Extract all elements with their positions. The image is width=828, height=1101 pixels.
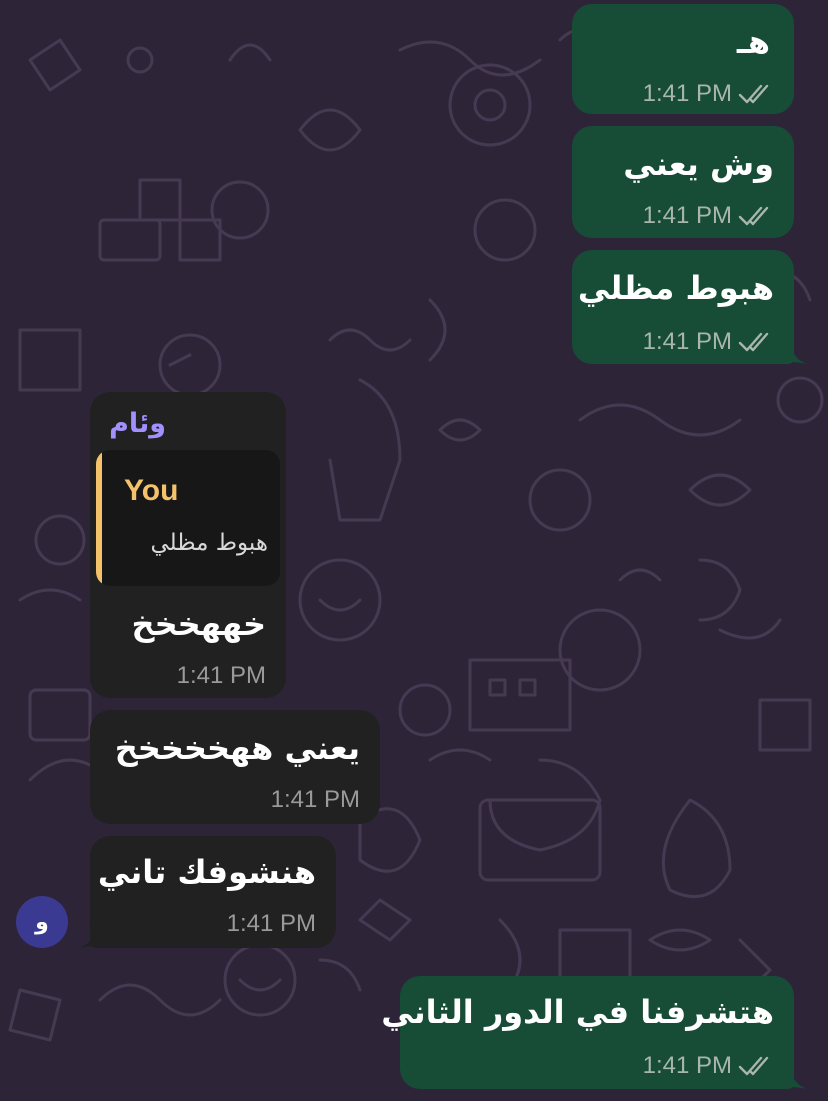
bubble-tail [78,924,96,948]
message-text: هتشرفنا في الدور الثاني [381,993,774,1031]
reply-quote[interactable]: You هبوط مظلي [96,450,280,586]
reply-text: هبوط مظلي [150,530,268,556]
double-check-icon [738,84,769,104]
incoming-message-bubble[interactable]: هنشوفك تاني 1:41 PM [90,836,336,948]
message-text: وش يعني [623,145,774,183]
incoming-message-bubble[interactable]: يعني ههخخخخخ 1:41 PM [90,710,380,824]
message-text: هـ [736,23,770,61]
outgoing-message-bubble[interactable]: هـ 1:41 PM [572,4,794,114]
message-time: 1:41 PM [176,662,266,689]
incoming-message-bubble[interactable]: وئام You هبوط مظلي خههخخخ 1:41 PM [90,392,286,698]
message-time: 1:41 PM [642,202,732,229]
outgoing-message-bubble[interactable]: هبوط مظلي 1:41 PM [572,250,794,364]
message-time: 1:41 PM [226,910,316,937]
message-text: هنشوفك تاني [97,853,316,891]
double-check-icon [738,332,769,352]
outgoing-message-bubble[interactable]: هتشرفنا في الدور الثاني 1:41 PM [381,976,794,1089]
bubble-tail [790,1065,808,1089]
message-text: يعني ههخخخخخ [114,729,360,767]
message-time: 1:41 PM [642,80,732,107]
double-check-icon [738,1056,769,1076]
message-time: 1:41 PM [270,786,360,813]
reply-accent-bar [96,450,102,586]
message-text: خههخخخ [131,605,267,643]
bubble-tail [790,340,808,364]
message-time: 1:41 PM [642,328,732,355]
outgoing-message-bubble[interactable]: وش يعني 1:41 PM [572,126,794,238]
sender-name[interactable]: وئام [109,410,166,437]
reply-author: You [124,474,179,507]
message-text: هبوط مظلي [577,269,774,307]
contact-avatar[interactable]: و [16,896,68,948]
message-time: 1:41 PM [642,1052,732,1079]
double-check-icon [738,206,769,226]
